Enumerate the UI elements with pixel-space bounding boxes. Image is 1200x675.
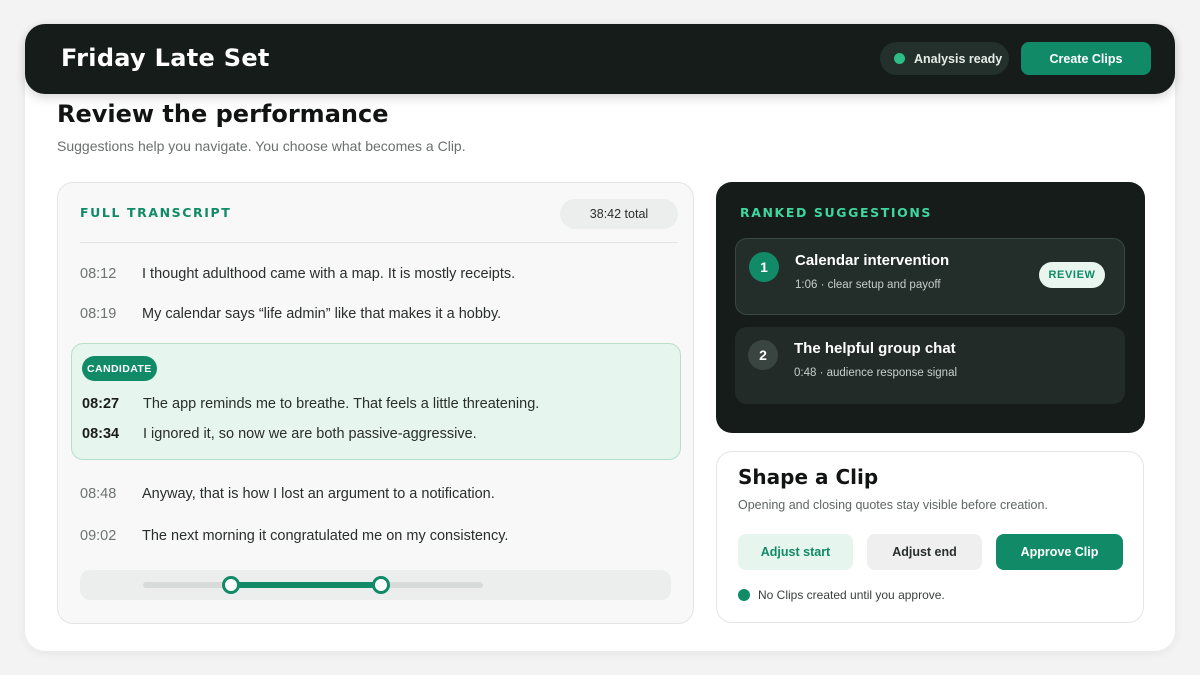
info-dot-icon	[738, 589, 750, 601]
suggestion-title: Calendar intervention	[795, 252, 950, 269]
page-title: Review the performance	[57, 100, 389, 128]
app-title: Friday Late Set	[61, 44, 270, 72]
transcript-line[interactable]: 08:48 Anyway, that is how I lost an argu…	[80, 486, 495, 502]
page-subtitle: Suggestions help you navigate. You choos…	[57, 138, 466, 154]
suggestion-card[interactable]: 2 The helpful group chat 0:48 · audience…	[735, 327, 1125, 404]
total-duration-badge: 38:42 total	[560, 199, 678, 229]
adjust-end-button[interactable]: Adjust end	[867, 534, 982, 570]
shape-clip-subtitle: Opening and closing quotes stay visible …	[738, 498, 1048, 512]
timestamp: 08:27	[82, 396, 120, 412]
selected-range	[231, 582, 381, 588]
line-text: The app reminds me to breathe. That feel…	[143, 396, 540, 412]
suggestion-meta: 0:48 · audience response signal	[794, 367, 958, 379]
clip-range-slider[interactable]	[80, 570, 671, 600]
transcript-line[interactable]: 08:12 I thought adulthood came with a ma…	[80, 266, 515, 282]
approve-clip-button[interactable]: Approve Clip	[996, 534, 1123, 570]
candidate-line[interactable]: 08:27 The app reminds me to breathe. Tha…	[82, 396, 539, 412]
suggestions-panel: RANKED SUGGESTIONS 1 Calendar interventi…	[716, 182, 1145, 433]
candidate-badge: CANDIDATE	[82, 356, 157, 381]
line-text: The next morning it congratulated me on …	[142, 528, 509, 544]
status-text: Analysis ready	[914, 51, 1003, 66]
divider	[80, 242, 678, 243]
transcript-heading: FULL TRANSCRIPT	[80, 205, 232, 220]
create-clips-button[interactable]: Create Clips	[1021, 42, 1151, 75]
suggestion-meta: 1:06 · clear setup and payoff	[795, 279, 941, 291]
approval-note-text: No Clips created until you approve.	[758, 588, 945, 602]
top-bar: Friday Late Set Analysis ready Create Cl…	[25, 24, 1175, 94]
status-dot-icon	[894, 53, 905, 64]
timestamp: 09:02	[80, 528, 117, 544]
rank-badge: 1	[749, 252, 779, 282]
line-text: I thought adulthood came with a map. It …	[142, 266, 516, 282]
line-text: Anyway, that is how I lost an argument t…	[142, 486, 495, 502]
timestamp: 08:19	[80, 306, 117, 322]
line-text: My calendar says “life admin” like that …	[142, 306, 502, 322]
timestamp: 08:34	[82, 426, 120, 442]
suggestion-card[interactable]: 1 Calendar intervention 1:06 · clear set…	[735, 238, 1125, 315]
candidate-line[interactable]: 08:34 I ignored it, so now we are both p…	[82, 426, 477, 442]
shape-clip-title: Shape a Clip	[738, 465, 879, 489]
timestamp: 08:12	[80, 266, 117, 282]
range-end-handle[interactable]	[372, 576, 390, 594]
suggestion-title: The helpful group chat	[794, 340, 956, 357]
approval-note: No Clips created until you approve.	[738, 588, 945, 602]
timestamp: 08:48	[80, 486, 117, 502]
suggestions-heading: RANKED SUGGESTIONS	[740, 205, 932, 220]
range-start-handle[interactable]	[222, 576, 241, 594]
status-pill: Analysis ready	[880, 42, 1009, 75]
line-text: I ignored it, so now we are both passive…	[143, 426, 477, 442]
adjust-start-button[interactable]: Adjust start	[738, 534, 853, 570]
shape-clip-panel: Shape a Clip Opening and closing quotes …	[716, 451, 1144, 623]
transcript-panel: FULL TRANSCRIPT 38:42 total 08:12 I thou…	[57, 182, 694, 624]
candidate-segment[interactable]: CANDIDATE 08:27 The app reminds me to br…	[71, 343, 681, 460]
review-button[interactable]: REVIEW	[1039, 262, 1105, 288]
rank-badge: 2	[748, 340, 778, 370]
transcript-line[interactable]: 08:19 My calendar says “life admin” like…	[80, 306, 501, 322]
transcript-line[interactable]: 09:02 The next morning it congratulated …	[80, 528, 508, 544]
